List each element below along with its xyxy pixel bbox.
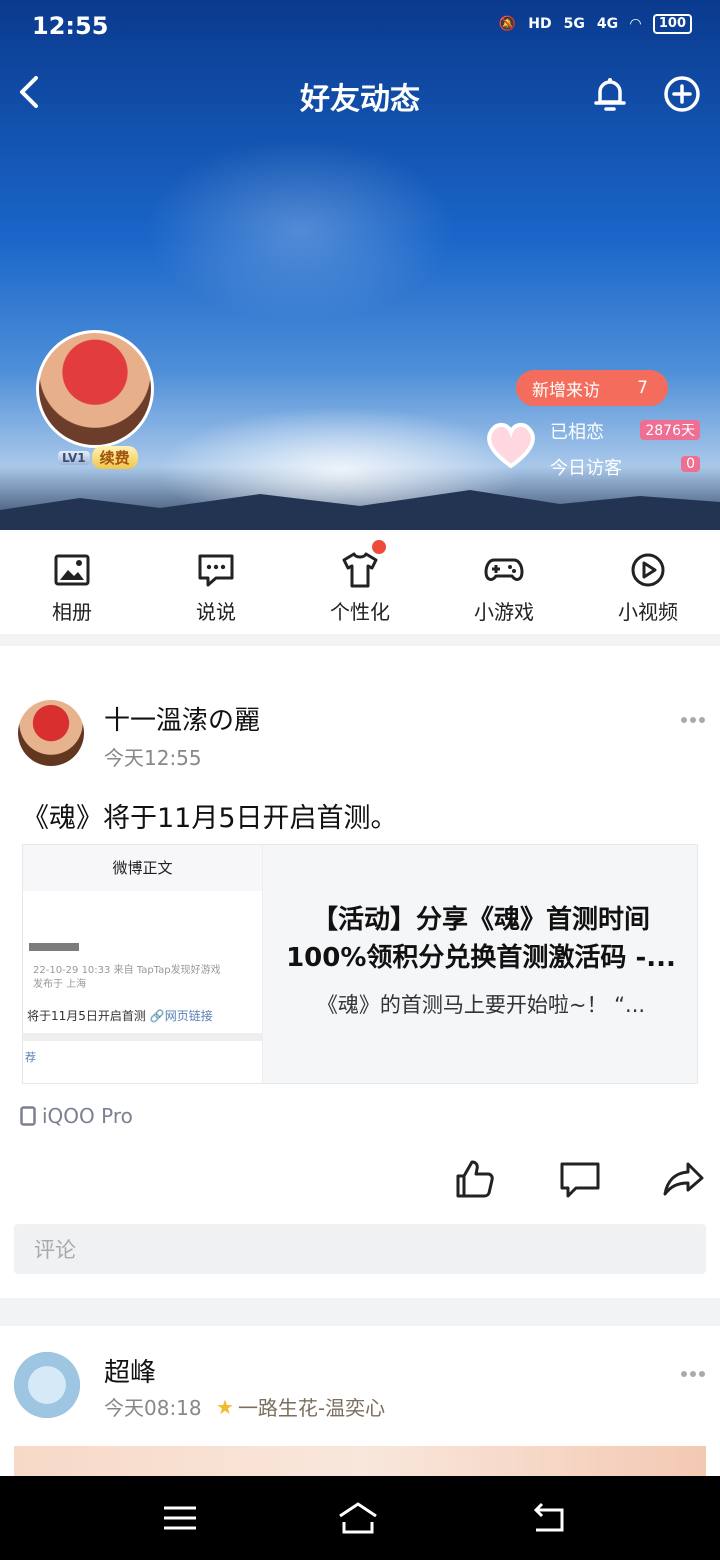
post-text: 《魂》将于11月5日开启首测。 [22, 803, 398, 834]
feed-post: 超峰 今天08:18 ★ 一路生花-温奕心 [0, 1326, 720, 1476]
shared-link-card[interactable]: 微博正文 22-10-29 10:33 来自 TapTap发现好游戏 发布于 上… [22, 844, 698, 1084]
signal-5g: 5G [563, 16, 585, 32]
new-visitors-count: 7 [637, 378, 648, 398]
new-visitors-label: 新增来访 [532, 380, 600, 401]
new-visitors-pill[interactable]: 新增来访 7 [516, 370, 668, 406]
together-days-badge: 2876天 [640, 420, 700, 440]
thumbnail-text: 将于11月5日开启首测 🔗网页链接 [27, 1007, 213, 1024]
system-nav-bar [0, 1476, 720, 1560]
status-time: 12:55 [32, 12, 109, 40]
music-star-icon: ★ [216, 1394, 234, 1419]
gamepad-icon [484, 558, 524, 581]
comment-input[interactable]: 评论 [14, 1224, 706, 1274]
phone-icon [20, 1106, 36, 1126]
more-options-icon[interactable] [680, 716, 706, 724]
quick-item-videos[interactable]: 小视频 [576, 530, 720, 634]
shared-link-title: 【活动】分享《魂》首测时间100%领积分兑换首测激活码 -... [286, 905, 676, 973]
today-visitors-label: 今日访客 [550, 458, 622, 479]
mute-icon: 🔕 [498, 16, 517, 32]
thumbnail-link: 网页链接 [164, 1009, 213, 1023]
together-label: 已相恋 [550, 422, 604, 443]
notification-dot [372, 540, 386, 554]
quick-item-label: 小游戏 [474, 600, 534, 624]
top-nav: 好友动态 [0, 60, 720, 124]
chat-bubble-icon [198, 554, 234, 587]
post-image[interactable] [14, 1446, 706, 1476]
menu-icon[interactable] [160, 1500, 200, 1536]
quick-menu: 相册 说说 个性化 小游戏 小视频 [0, 530, 720, 634]
music-tag[interactable]: ★ 一路生花-温奕心 [216, 1392, 385, 1421]
shared-link-body: 【活动】分享《魂》首测时间100%领积分兑换首测激活码 -... 《魂》的首测马… [263, 845, 697, 1083]
status-bar: 12:55 🔕 HD 5G 4G ◠ 100 [0, 0, 720, 56]
back-icon[interactable] [528, 1500, 568, 1536]
thumbnail-text-body: 将于11月5日开启首测 [27, 1009, 146, 1023]
thumbnail-meta: 22-10-29 10:33 来自 TapTap发现好游戏 [33, 965, 221, 976]
post-username[interactable]: 十一溫溹の麗 [104, 700, 260, 737]
device-source: iQOO Pro [20, 1104, 133, 1128]
comment-icon[interactable] [558, 1156, 602, 1200]
level-badge[interactable]: LV1 续费 [58, 446, 138, 469]
bell-icon[interactable] [590, 74, 630, 114]
post-avatar[interactable] [18, 700, 84, 766]
photo-album-icon [54, 554, 90, 586]
post-username[interactable]: 超峰 [104, 1352, 156, 1389]
renew-label: 续费 [91, 446, 138, 469]
post-avatar[interactable] [14, 1352, 80, 1418]
level-label: LV1 [58, 450, 90, 465]
battery-indicator: 100 [652, 14, 692, 34]
thumbnail-header: 微博正文 [23, 845, 262, 891]
device-name: iQOO Pro [42, 1104, 133, 1128]
thumbnail-location: 发布于 上海 [33, 979, 87, 990]
quick-item-games[interactable]: 小游戏 [432, 530, 576, 634]
post-time: 今天12:55 [104, 746, 202, 770]
status-icons: 🔕 HD 5G 4G ◠ 100 [499, 14, 692, 34]
quick-item-album[interactable]: 相册 [0, 530, 144, 634]
signal-4g: 4G [596, 16, 619, 32]
share-icon[interactable] [662, 1156, 706, 1200]
link-icon: 🔗 [149, 1009, 165, 1023]
music-tag-label: 一路生花-温奕心 [237, 1396, 386, 1420]
quick-item-label: 说说 [196, 600, 236, 624]
like-icon[interactable] [452, 1156, 496, 1200]
post-time: 今天08:18 [104, 1396, 202, 1420]
today-visitors-badge: 0 [681, 456, 700, 472]
heart-icon[interactable] [484, 420, 538, 470]
quick-item-label: 相册 [52, 600, 92, 624]
blurred-username [29, 943, 79, 951]
wifi-icon: ◠ [630, 16, 641, 32]
cover-background[interactable]: 12:55 🔕 HD 5G 4G ◠ 100 好友动态 LV1 续费 新增来访 … [0, 0, 720, 530]
feed-post: 十一溫溹の麗 今天12:55 《魂》将于11月5日开启首测。 微博正文 22-1… [0, 646, 720, 1298]
home-icon[interactable] [338, 1500, 378, 1536]
quick-item-shuoshuo[interactable]: 说说 [144, 530, 288, 634]
hd-label: HD [528, 16, 552, 32]
today-visitors-row[interactable]: 今日访客 0 [550, 454, 700, 480]
shared-link-thumbnail: 微博正文 22-10-29 10:33 来自 TapTap发现好游戏 发布于 上… [23, 845, 263, 1083]
shared-link-description: 《魂》的首测马上要开始啦~！ “... [316, 993, 646, 1017]
more-options-icon[interactable] [680, 1370, 706, 1378]
together-row[interactable]: 已相恋 2876天 [550, 418, 700, 444]
play-circle-icon [631, 553, 665, 587]
profile-avatar[interactable] [36, 330, 154, 448]
quick-item-personalize[interactable]: 个性化 [288, 530, 432, 634]
tshirt-icon [342, 552, 378, 588]
add-circle-icon[interactable] [662, 74, 702, 114]
thumbnail-divider [23, 1033, 262, 1041]
quick-item-label: 小视频 [618, 600, 678, 624]
thumbnail-tag: 荐 [25, 1051, 36, 1064]
quick-item-label: 个性化 [330, 600, 390, 624]
